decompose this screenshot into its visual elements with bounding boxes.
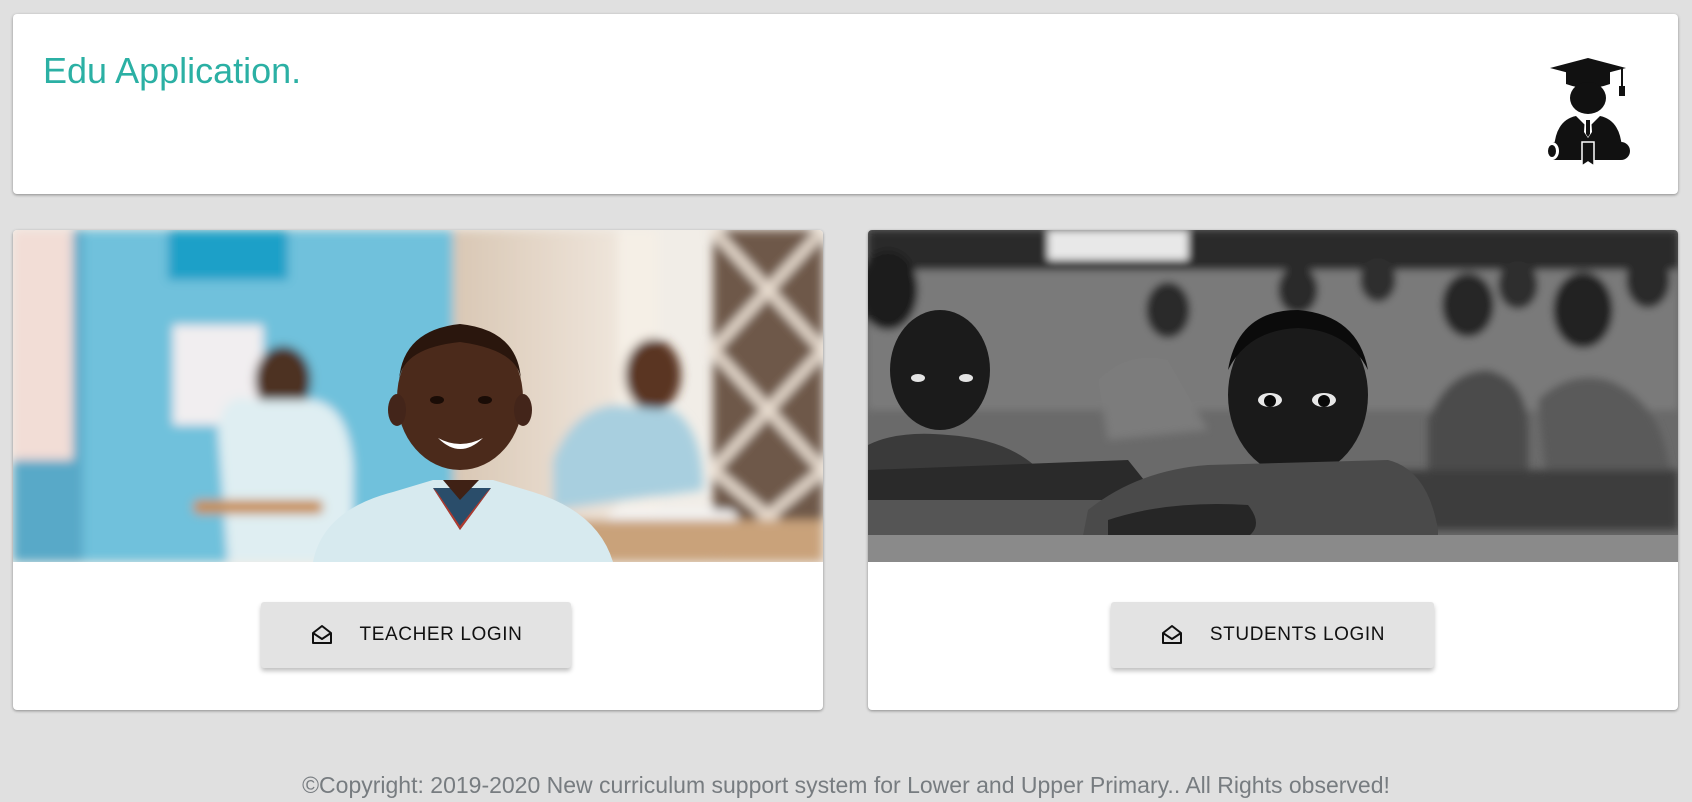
app-header: Edu Application. <box>13 14 1678 194</box>
envelope-open-icon <box>311 625 332 644</box>
copyright-footer: ©Copyright: 2019-2020 New curriculum sup… <box>302 772 1390 798</box>
graduate-icon <box>1545 58 1630 168</box>
students-card: STUDENTS LOGIN <box>868 230 1678 710</box>
teacher-card: TEACHER LOGIN <box>13 230 823 710</box>
teacher-login-label: TEACHER LOGIN <box>359 624 523 645</box>
students-login-label: STUDENTS LOGIN <box>1209 624 1386 645</box>
teacher-login-button[interactable]: TEACHER LOGIN <box>261 602 571 668</box>
students-login-button[interactable]: STUDENTS LOGIN <box>1111 602 1434 668</box>
envelope-open-icon <box>1161 625 1182 644</box>
smiling-student-photo <box>13 230 823 562</box>
classroom-children-photo <box>868 230 1678 562</box>
app-title: Edu Application. <box>43 50 302 91</box>
